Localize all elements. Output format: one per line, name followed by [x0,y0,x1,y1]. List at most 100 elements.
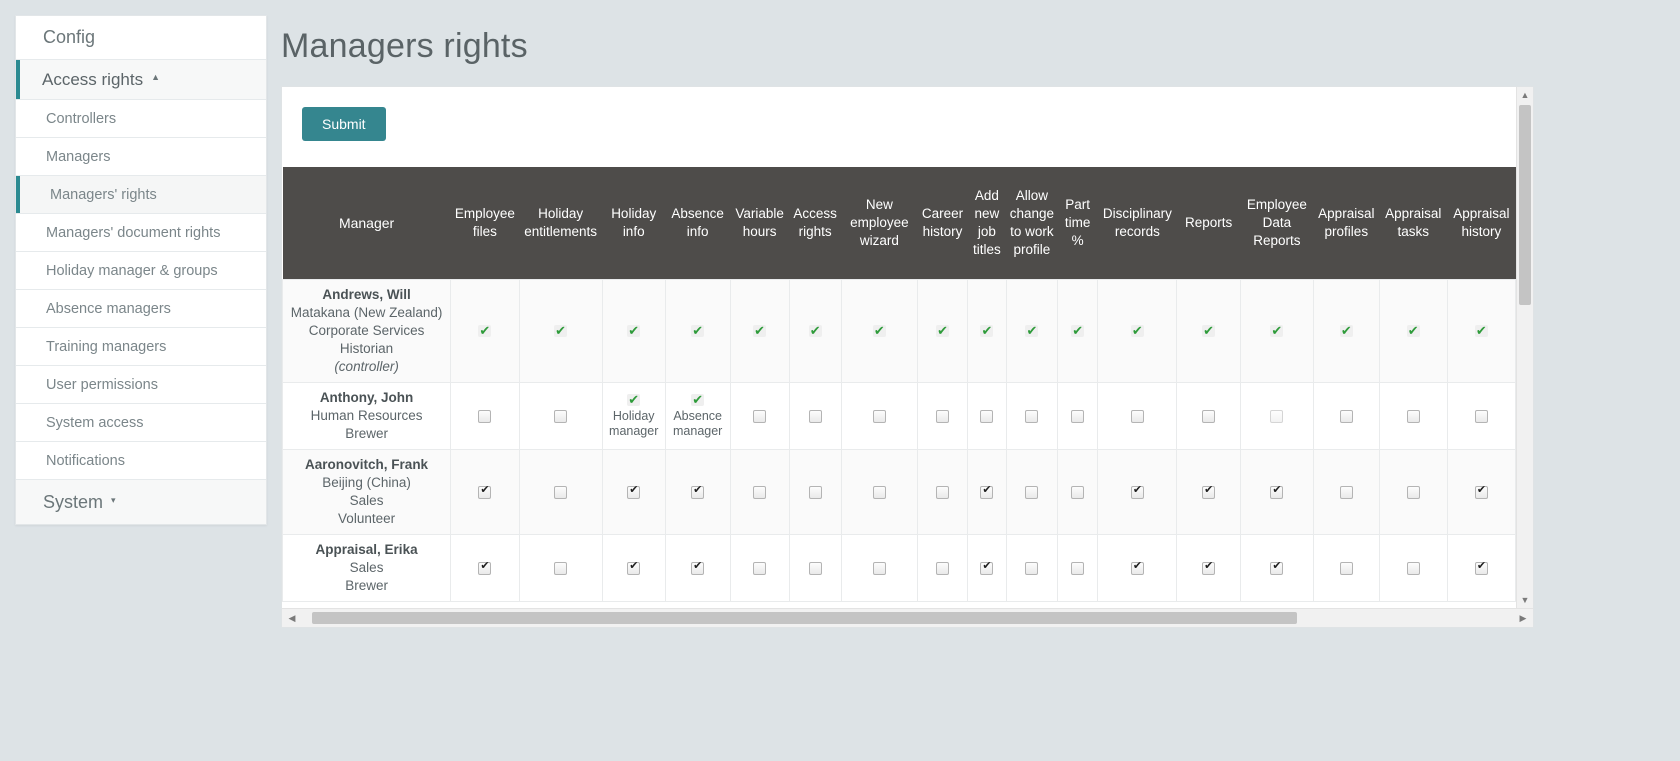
sidebar-item-managers-document-rights[interactable]: Managers' document rights [16,214,266,252]
right-checkbox[interactable] [1130,410,1144,424]
sidebar-group-system[interactable]: System ▾ [16,480,266,524]
right-cell [967,448,1007,535]
right-checkbox[interactable] [1202,410,1216,424]
right-cell [729,381,790,450]
right-checkbox[interactable] [478,560,492,576]
right-checkbox[interactable] [936,562,950,576]
table-body: Andrews, Will Matakana (New Zealand) Corpo… [282,278,1516,602]
right-checkbox[interactable] [1071,562,1085,576]
right-checkbox[interactable] [478,410,492,424]
horizontal-scroll-thumb[interactable] [312,612,1297,624]
scroll-down-icon[interactable]: ▼ [1517,592,1533,608]
right-checkbox[interactable] [1474,484,1488,500]
right-checkbox[interactable] [1406,410,1420,424]
check-mark-icon: ✔ [1406,323,1420,338]
sidebar-item-label: Holiday manager & groups [46,262,218,279]
right-checkbox[interactable] [1025,562,1039,576]
right-checkbox[interactable] [691,484,705,500]
right-checkbox[interactable] [1339,486,1353,500]
right-checkbox[interactable] [478,484,492,500]
right-checkbox[interactable] [753,486,767,500]
right-checkbox[interactable] [1025,486,1039,500]
right-checkbox[interactable] [1339,410,1353,424]
right-checkbox[interactable] [1130,560,1144,576]
right-checkbox[interactable] [753,410,767,424]
scroll-left-icon[interactable]: ◀ [284,609,300,627]
right-checkbox[interactable] [980,560,994,576]
sidebar-item-training-managers[interactable]: Training managers [16,328,266,366]
managers-rights-table: Manager Employee files Holiday entitlement… [282,167,1516,602]
right-checkbox[interactable] [808,410,822,424]
right-checkbox[interactable] [1202,484,1216,500]
right-cell [601,533,666,602]
sidebar-item-label: Managers [46,148,111,165]
right-checkbox[interactable] [1406,486,1420,500]
submit-button[interactable]: Submit [302,107,386,141]
right-cell: ✔ [788,278,842,383]
right-checkbox[interactable] [980,484,994,500]
right-checkbox[interactable] [1270,560,1284,576]
manager-name: Aaronovitch, Frank [305,456,429,472]
right-checkbox[interactable] [1270,484,1284,500]
right-checkbox[interactable] [1071,410,1085,424]
horizontal-scrollbar[interactable]: ◀ ▶ [282,608,1533,627]
rights-table-scroll[interactable]: Manager Employee files Holiday entitlement… [282,167,1516,602]
right-checkbox[interactable] [753,562,767,576]
right-checkbox[interactable] [936,486,950,500]
right-cell [450,448,520,535]
right-checkbox[interactable] [1202,560,1216,576]
sidebar-item-controllers[interactable]: Controllers [16,100,266,138]
right-checkbox[interactable] [1025,410,1039,424]
right-cell [1312,381,1380,450]
sidebar-item-managers[interactable]: Managers [16,138,266,176]
right-checkbox[interactable] [1406,562,1420,576]
right-cell [1005,448,1059,535]
right-cell [1239,381,1314,450]
right-checkbox[interactable] [980,410,994,424]
right-cell [1005,381,1059,450]
right-checkbox[interactable] [808,486,822,500]
right-cell: ✔ [1239,278,1314,383]
sidebar-item-absence-managers[interactable]: Absence managers [16,290,266,328]
right-cell [1176,533,1241,602]
right-cell [664,533,731,602]
sidebar-item-system-access[interactable]: System access [16,404,266,442]
right-cell [788,381,842,450]
sidebar-item-managers-rights[interactable]: Managers' rights [16,176,266,214]
right-checkbox[interactable] [1270,410,1284,424]
manager-cell: Appraisal, Erika Sales Brewer [282,533,452,602]
right-checkbox[interactable] [691,560,705,576]
sidebar-group-access-rights[interactable]: Access rights ▲ [16,60,266,100]
sidebar-item-label: User permissions [46,376,158,393]
vertical-scrollbar[interactable]: ▲ ▼ [1516,87,1533,608]
right-checkbox[interactable] [554,410,568,424]
right-checkbox[interactable] [627,560,641,576]
right-checkbox[interactable] [554,562,568,576]
manager-detail-line: Volunteer [338,510,396,526]
right-checkbox[interactable] [872,486,886,500]
right-checkbox[interactable] [1474,410,1488,424]
sidebar-item-user-permissions[interactable]: User permissions [16,366,266,404]
right-checkbox[interactable] [627,484,641,500]
right-checkbox[interactable] [554,486,568,500]
right-checkbox[interactable] [872,410,886,424]
right-cell [1097,381,1178,450]
vertical-scroll-thumb[interactable] [1519,105,1531,305]
manager-detail-line: Sales [349,559,384,575]
scroll-up-icon[interactable]: ▲ [1517,87,1533,103]
right-checkbox[interactable] [1071,486,1085,500]
scroll-right-icon[interactable]: ▶ [1515,609,1531,627]
right-checkbox[interactable] [936,410,950,424]
app-root: Config Access rights ▲ Controllers Manag… [0,0,1680,761]
sidebar-item-holiday-manager-groups[interactable]: Holiday manager & groups [16,252,266,290]
right-checkbox[interactable] [1130,484,1144,500]
right-checkbox[interactable] [1339,562,1353,576]
sidebar-item-notifications[interactable]: Notifications [16,442,266,480]
column-header-reports: Reports [1176,167,1241,279]
right-checkbox[interactable] [808,562,822,576]
right-cell: ✔ [1378,278,1448,383]
right-checkbox[interactable] [872,562,886,576]
right-cell [916,448,969,535]
right-checkbox[interactable] [1474,560,1488,576]
chevron-down-icon: ▾ [111,494,116,505]
